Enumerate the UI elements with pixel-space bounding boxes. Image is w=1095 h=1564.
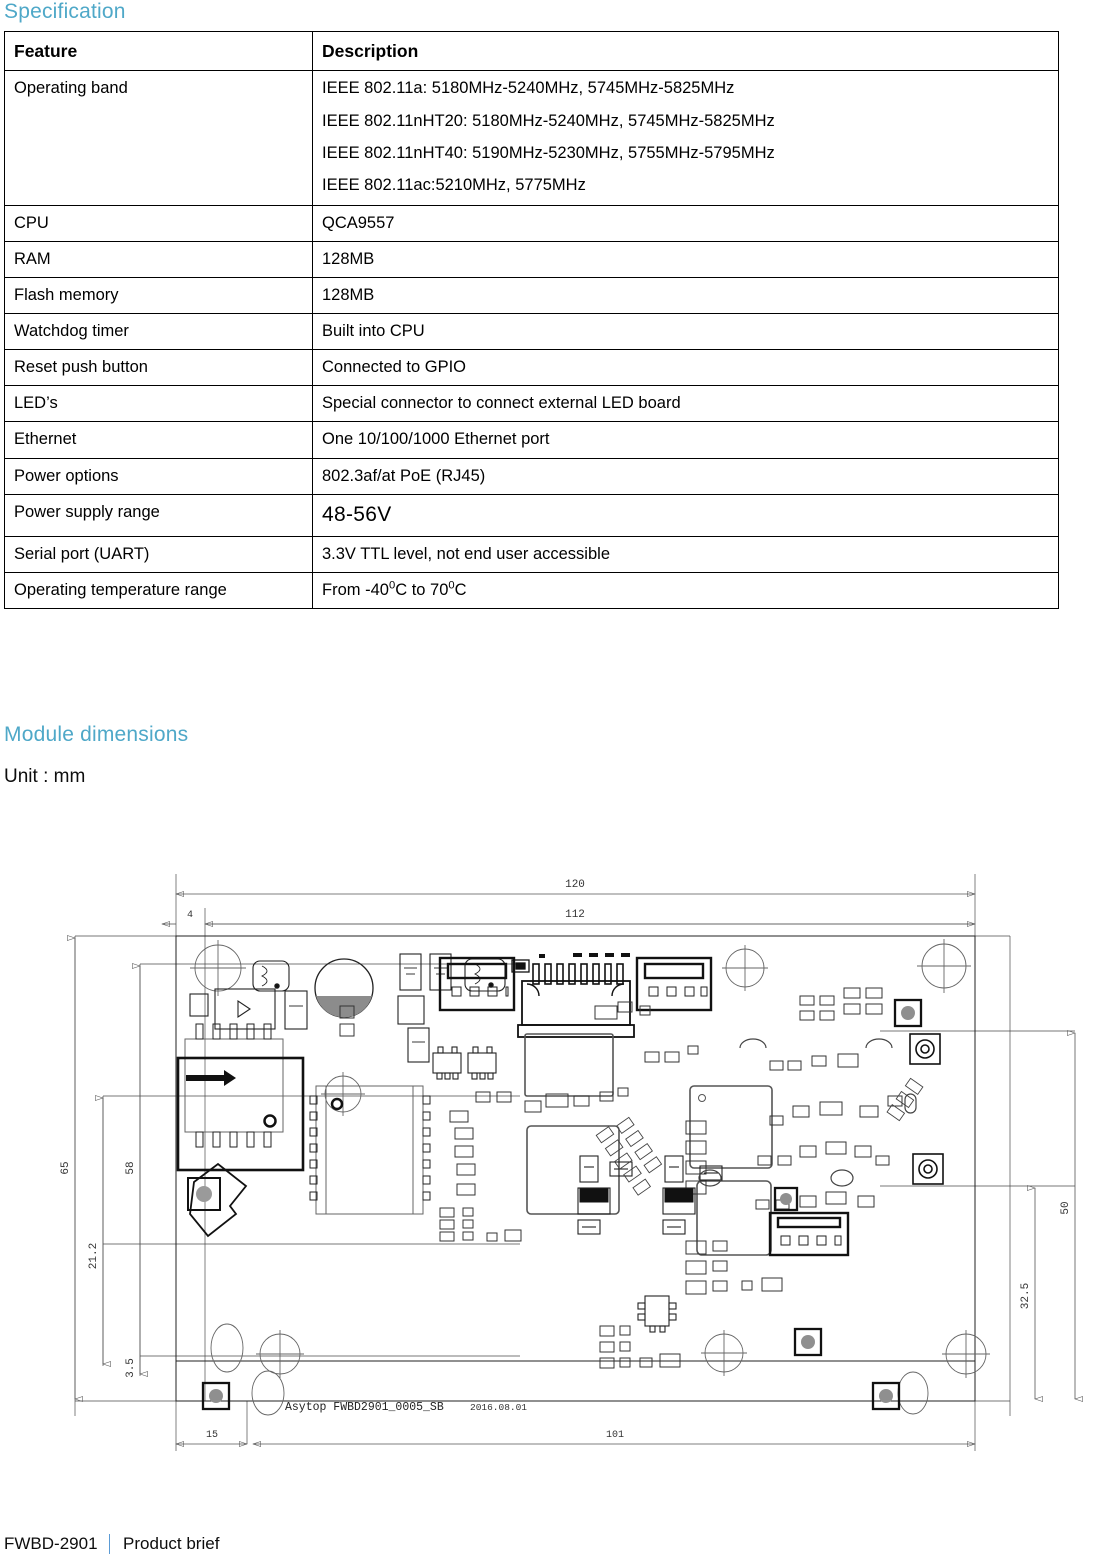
dimension-right-inner: 32.5 xyxy=(1020,1188,1035,1399)
cell-description: 802.3af/at PoE (RJ45) xyxy=(312,457,1059,495)
dimension-label-top-offset: 4 xyxy=(187,910,193,921)
dimension-label-left-lower: 21.2 xyxy=(88,1243,100,1269)
band-line: IEEE 802.11nHT20: 5180MHz-5240MHz, 5745M… xyxy=(322,111,775,130)
cell-description: Connected to GPIO xyxy=(312,349,1059,387)
page-title-module-dimensions: Module dimensions xyxy=(4,723,189,746)
title-block-date: 2016.08.01 xyxy=(470,1402,527,1413)
dimension-label-bottom-left: 15 xyxy=(206,1430,218,1441)
cell-description: QCA9557 xyxy=(312,204,1059,242)
table-row: Watchdog timer Built into CPU xyxy=(4,313,1059,351)
dimension-bottom-left: 15 xyxy=(176,1401,247,1444)
band-line: IEEE 802.11ac:5210MHz, 5775MHz xyxy=(322,175,586,194)
footer-separator xyxy=(108,1534,111,1554)
cell-description-temperature: From -400C to 700C xyxy=(312,571,1059,609)
table-row: Power options 802.3af/at PoE (RJ45) xyxy=(4,457,1059,495)
cell-feature: Watchdog timer xyxy=(4,313,313,351)
dimension-label-top-overall: 120 xyxy=(565,879,585,891)
table-row: Operating band IEEE 802.11a: 5180MHz-524… xyxy=(4,70,1059,206)
dimension-right-overall: 50 xyxy=(1060,1033,1075,1399)
dimension-label-left-bottom: 3.5 xyxy=(125,1358,137,1378)
table-row: Flash memory 128MB xyxy=(4,277,1059,315)
dimension-label-right-overall: 50 xyxy=(1060,1201,1072,1214)
band-line: IEEE 802.11a: 5180MHz-5240MHz, 5745MHz-5… xyxy=(322,79,735,98)
unit-label: Unit : mm xyxy=(4,766,86,787)
footer-model: FWBD-2901 xyxy=(4,1534,98,1553)
dimension-label-left-inner: 58 xyxy=(125,1161,137,1174)
table-row: Serial port (UART) 3.3V TTL level, not e… xyxy=(4,535,1059,573)
cell-feature: CPU xyxy=(4,204,313,242)
cell-description: IEEE 802.11a: 5180MHz-5240MHz, 5745MHz-5… xyxy=(312,70,1059,206)
column-header-feature: Feature xyxy=(4,30,313,72)
cell-feature: Reset push button xyxy=(4,349,313,387)
temp-prefix: From -40 xyxy=(322,580,389,599)
cell-feature: Power options xyxy=(4,457,313,495)
cell-description: 128MB xyxy=(312,240,1059,279)
cell-feature: RAM xyxy=(4,240,313,279)
table-row: Ethernet One 10/100/1000 Ethernet port xyxy=(4,421,1059,459)
cell-description: 48-56V xyxy=(312,493,1059,537)
band-line: IEEE 802.11nHT40: 5190MHz-5230MHz, 5755M… xyxy=(322,143,775,162)
cell-feature: LED’s xyxy=(4,385,313,423)
cell-feature: Serial port (UART) xyxy=(4,535,313,573)
cell-feature: Operating temperature range xyxy=(4,571,313,609)
drawing-title-block: Asytop FWBD2901_0005_SB 2016.08.01 xyxy=(285,1401,527,1414)
cell-description: Special connector to connect external LE… xyxy=(312,385,1059,423)
pcb-mechanical-drawing-svg: 120 112 4 65 58 21.2 3.5 50 32.5 15 101 … xyxy=(60,874,1095,1451)
page-title-specification: Specification xyxy=(4,0,126,23)
dimension-left-lower: 21.2 xyxy=(88,1098,103,1364)
product-brief-page: Specification Feature Description Operat… xyxy=(0,0,1095,1564)
temp-suffix: C xyxy=(454,580,467,599)
dimension-top-overall: 120 xyxy=(176,879,975,894)
table-row: Reset push button Connected to GPIO xyxy=(4,349,1059,387)
cell-description: 3.3V TTL level, not end user accessible xyxy=(312,535,1059,573)
table-row: RAM 128MB xyxy=(4,240,1059,279)
table-row: Operating temperature range From -400C t… xyxy=(4,571,1059,609)
temp-mid: C to 70 xyxy=(395,580,449,599)
dimension-left-bottom: 3.5 xyxy=(125,1358,137,1378)
page-footer: FWBD-2901 Product brief xyxy=(4,1534,219,1554)
footer-doc-type: Product brief xyxy=(123,1534,220,1553)
dimension-left-overall: 65 xyxy=(60,938,75,1399)
specification-table: Feature Description Operating band IEEE … xyxy=(4,30,1059,609)
dimension-label-left-overall: 65 xyxy=(60,1161,72,1174)
cell-feature: Flash memory xyxy=(4,277,313,315)
title-block-text: Asytop FWBD2901_0005_SB xyxy=(285,1401,444,1414)
dimension-label-top-inner: 112 xyxy=(565,909,585,921)
dimension-bottom-main: 101 xyxy=(253,1430,975,1444)
cell-feature: Ethernet xyxy=(4,421,313,459)
dimension-top-inner: 112 4 xyxy=(162,909,975,924)
cell-feature: Operating band xyxy=(4,70,313,206)
dimension-label-bottom-main: 101 xyxy=(606,1430,624,1441)
table-row: Power supply range 48-56V xyxy=(4,493,1059,537)
table-header-row: Feature Description xyxy=(4,30,1059,72)
cell-description: One 10/100/1000 Ethernet port xyxy=(312,421,1059,459)
cell-description: 128MB xyxy=(312,277,1059,315)
pcb-components xyxy=(176,953,944,1411)
cell-feature: Power supply range xyxy=(4,493,313,537)
table-row: CPU QCA9557 xyxy=(4,204,1059,242)
cell-description: Built into CPU xyxy=(312,313,1059,351)
module-dimensions-drawing: 120 112 4 65 58 21.2 3.5 50 32.5 15 101 … xyxy=(0,856,1095,1476)
column-header-description: Description xyxy=(312,30,1059,72)
table-row: LED’s Special connector to connect exter… xyxy=(4,385,1059,423)
dimension-label-right-inner: 32.5 xyxy=(1020,1283,1032,1309)
dimension-left-inner: 58 xyxy=(125,966,140,1374)
